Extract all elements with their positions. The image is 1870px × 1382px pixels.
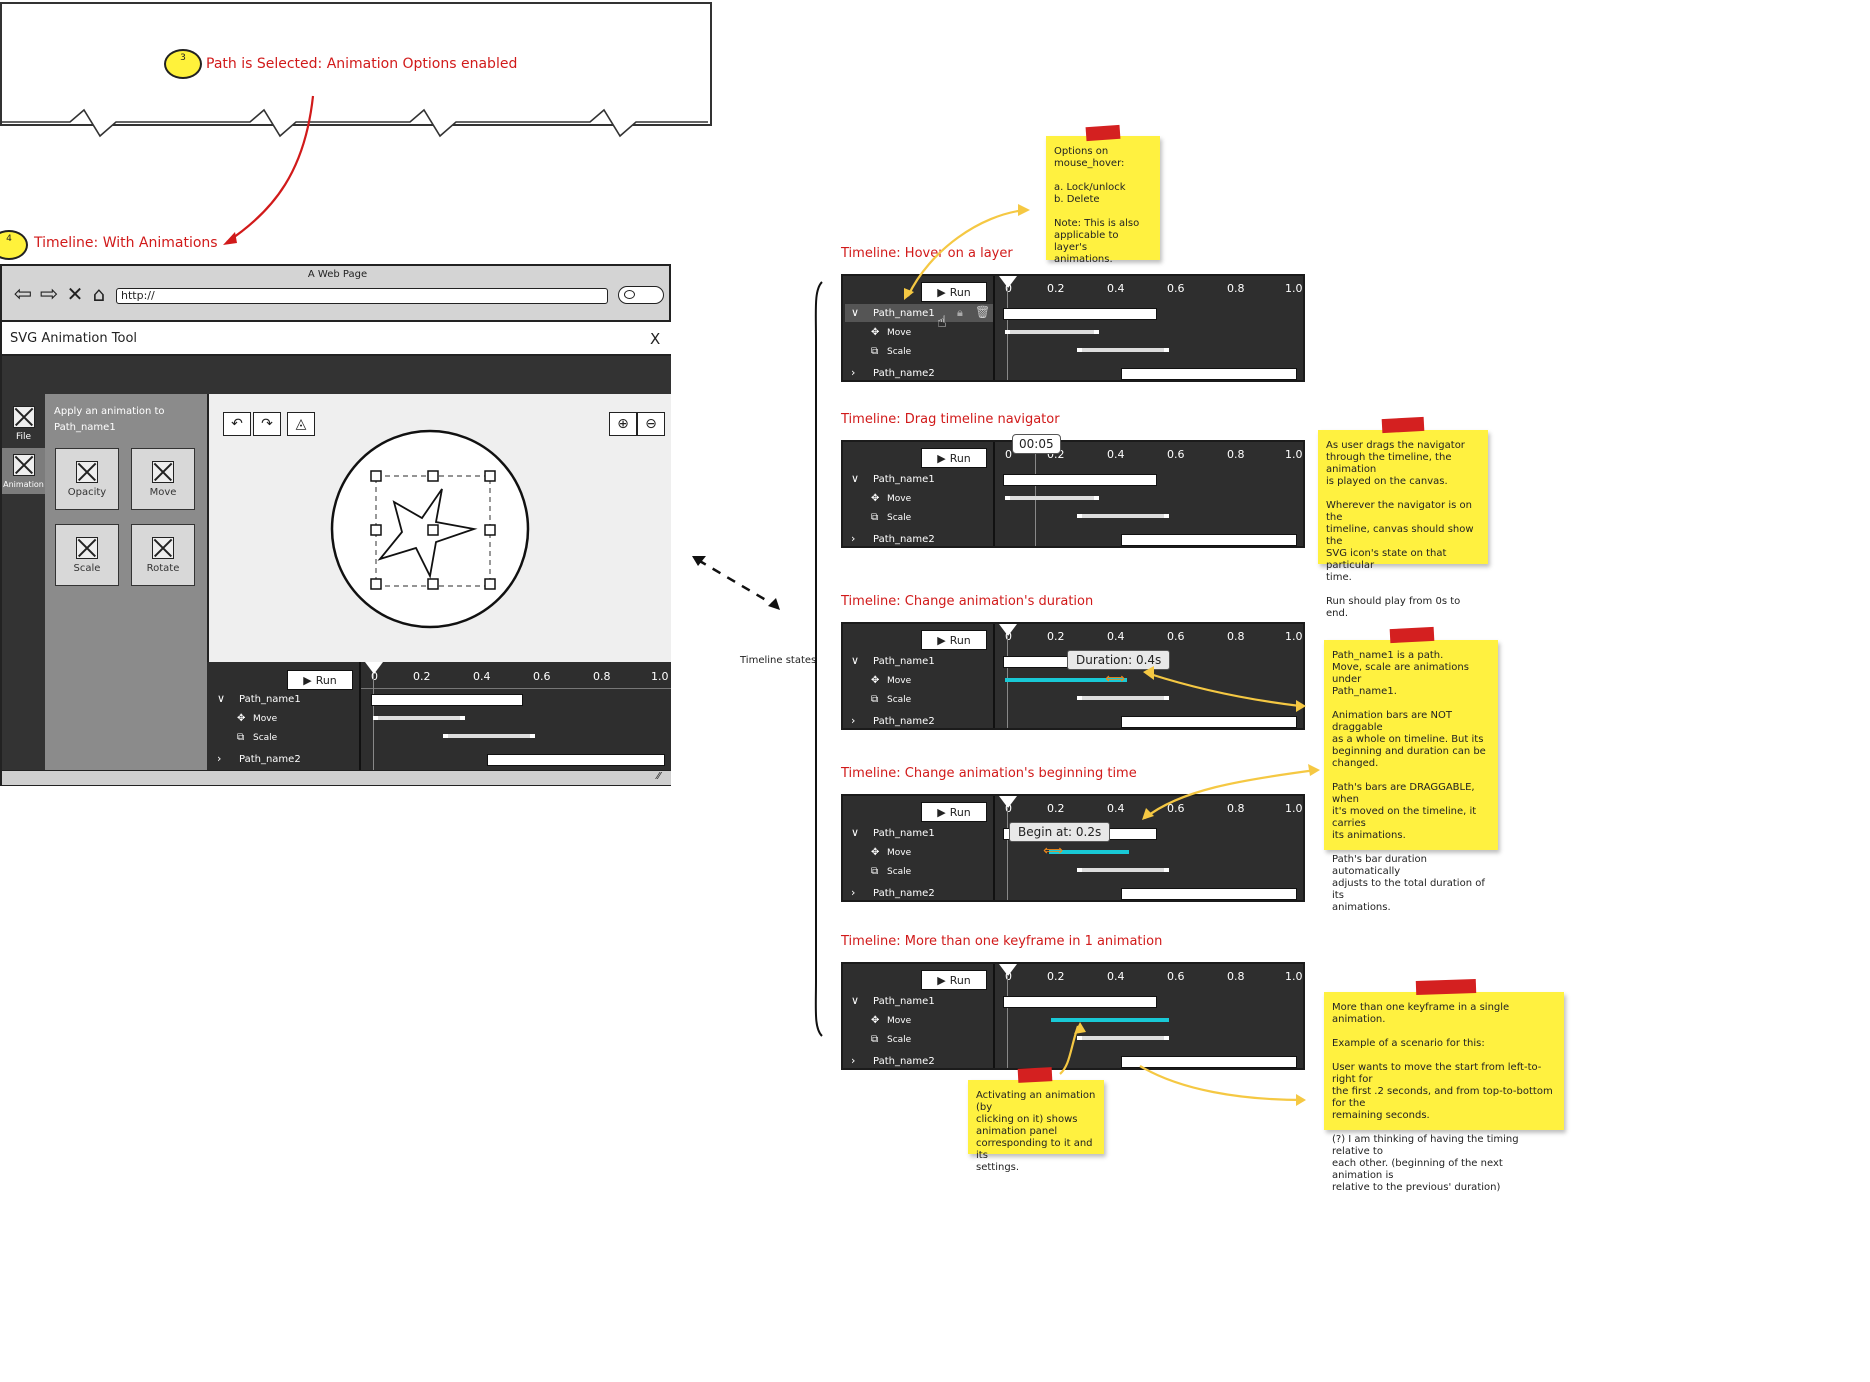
annotation-arrows — [904, 204, 1320, 1106]
